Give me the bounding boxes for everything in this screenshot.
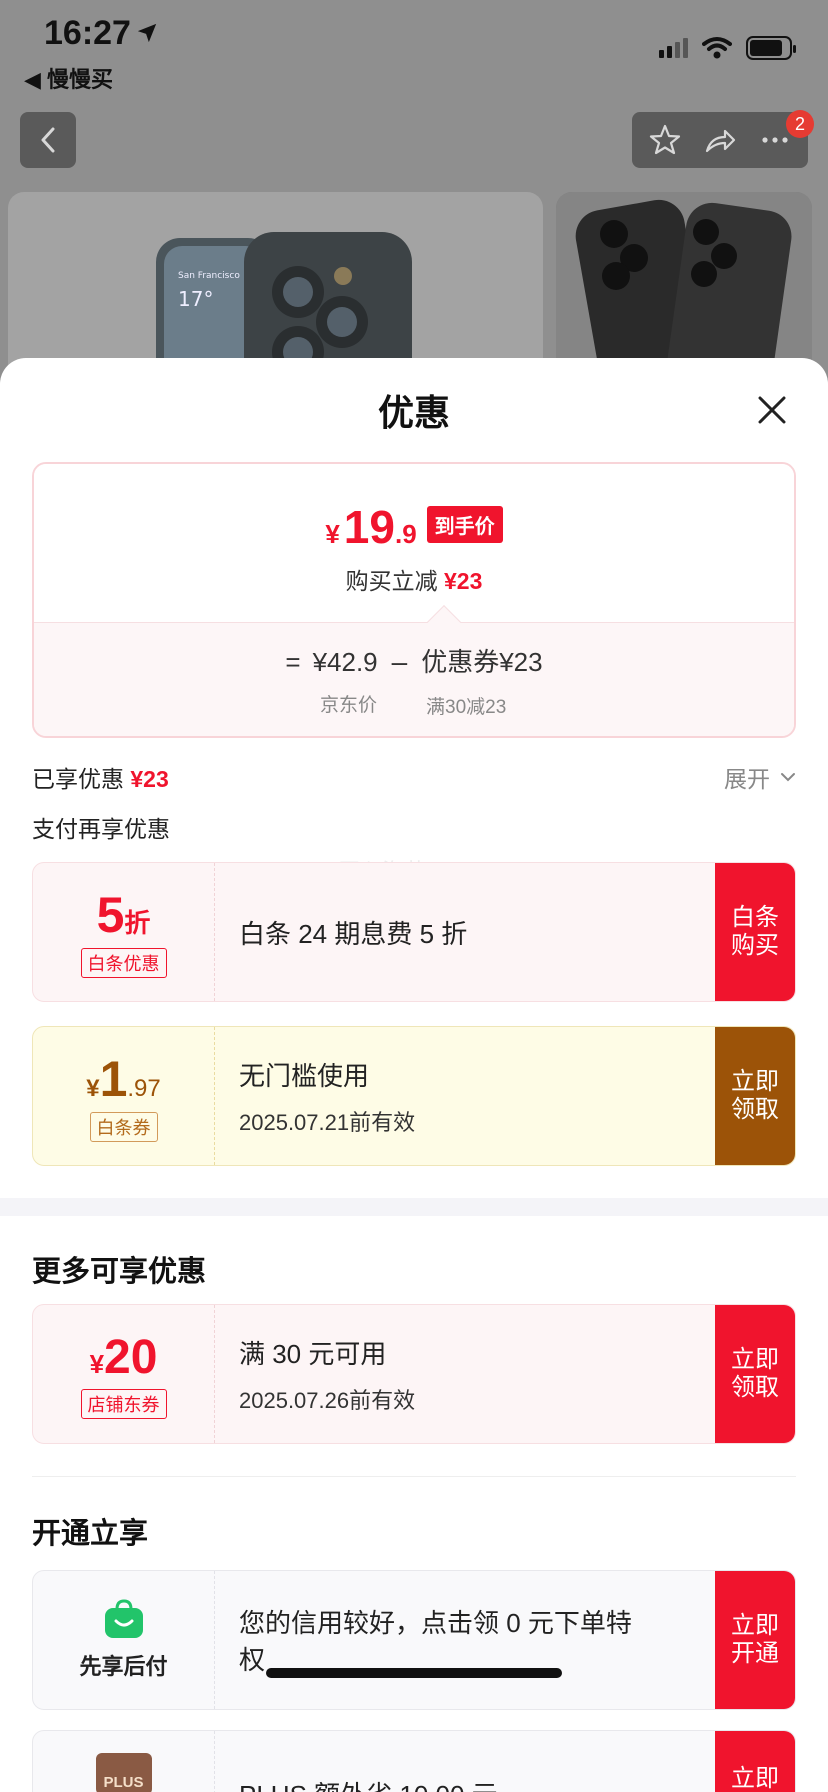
location-arrow-icon	[137, 23, 157, 43]
price-yen: ¥	[325, 519, 340, 549]
nav-actions	[632, 112, 808, 168]
phone-case-illustration: San Francisco 17°	[156, 232, 412, 380]
pay-later-label: 先享后付	[79, 1654, 168, 1679]
expand-label: 展开	[724, 766, 770, 792]
coupon-main-text: 白条 24 期息费 5 折	[239, 918, 468, 949]
wifi-icon	[702, 37, 732, 59]
chevron-down-icon	[781, 773, 795, 782]
coupon-type-label: 白条券	[89, 1112, 158, 1142]
coupon-amount: 1	[99, 1051, 128, 1107]
reduce-label: 购买立减	[345, 568, 438, 594]
phone-temp-text: 17°	[178, 287, 213, 311]
close-icon[interactable]	[754, 392, 790, 428]
open-benefits-title: 开通立享	[32, 1518, 149, 1550]
coupon-type-label: 白条优惠	[80, 948, 167, 978]
product-image-second[interactable]	[556, 192, 812, 380]
coupon-type-label: 店铺东券	[80, 1388, 167, 1419]
final-price-tag: 到手价	[426, 506, 503, 543]
pay-later-details: 您的信用较好，点击领 0 元下单特权	[215, 1571, 715, 1709]
chevron-left-icon	[41, 127, 55, 153]
price-formula: = ¥42.9 – 优惠券¥23	[34, 642, 794, 679]
section-divider	[0, 1198, 828, 1216]
coupon-main-text: 无门槛使用	[239, 1060, 370, 1091]
activate-pay-later-button[interactable]: 立即开通	[715, 1571, 795, 1709]
price-decimal: .9	[394, 519, 417, 549]
coupon-details: 无门槛使用 2025.07.21前有效	[215, 1027, 715, 1165]
coupon-store: ¥20 店铺东券 满 30 元可用 2025.07.26前有效 立即领取	[32, 1304, 796, 1444]
coupon-value: ¥20 店铺东券	[33, 1305, 215, 1443]
coupon-yen: ¥	[86, 1075, 100, 1102]
coupon-yen: ¥	[89, 1348, 105, 1379]
status-time: 16:27	[44, 14, 131, 52]
claim-store-coupon-button[interactable]: 立即领取	[715, 1305, 795, 1443]
enjoyed-value: ¥23	[130, 766, 169, 792]
reduce-value: ¥23	[444, 568, 483, 594]
plus-details: PLUS 额外省 10.00 元	[215, 1731, 715, 1792]
background-page: 16:27 ◀ 慢慢买 2 San Francisco 17°	[0, 0, 828, 380]
price-breakdown-card: ¥ 19 .9 到手价 购买立减 ¥23 = ¥42.9 – 优惠券¥23 京东…	[32, 462, 796, 738]
coupon-baitiao-voucher: ¥1.97 白条券 无门槛使用 2025.07.21前有效 立即领取	[32, 1026, 796, 1166]
baitiao-buy-button[interactable]: 白条购买	[715, 863, 795, 1001]
star-icon[interactable]	[648, 123, 682, 157]
battery-icon	[746, 36, 796, 60]
section-separator	[32, 1476, 796, 1477]
pay-later-offer: 先享后付 您的信用较好，点击领 0 元下单特权 立即开通	[32, 1570, 796, 1710]
discount-sheet: 优惠 ¥ 19 .9 到手价 购买立减 ¥23 = ¥42.9 – 优惠券¥23…	[0, 358, 828, 1792]
price-card-bottom	[34, 622, 794, 736]
minus-sign: –	[391, 646, 408, 677]
pay-discount-title: 支付再享优惠	[32, 816, 170, 842]
back-to-app-link[interactable]: ◀ 慢慢买	[24, 62, 113, 94]
activate-plus-button[interactable]: 立即	[715, 1731, 795, 1792]
back-button[interactable]	[20, 112, 76, 168]
coupon-value: ¥1.97 白条券	[33, 1027, 215, 1165]
plus-text: PLUS 额外省 10.00 元	[239, 1775, 715, 1792]
enjoyed-discount: 已享优惠 ¥23	[32, 760, 169, 794]
enjoyed-label: 已享优惠	[32, 766, 124, 792]
coupon-amount: 20	[104, 1330, 158, 1384]
more-badge: 2	[786, 110, 814, 138]
final-price: ¥ 19 .9 到手价	[34, 500, 794, 554]
coupon-details: 白条 24 期息费 5 折	[215, 863, 715, 1001]
plus-brand: PLUS	[33, 1731, 215, 1792]
share-icon[interactable]	[703, 123, 737, 157]
price-integer: 19	[343, 501, 395, 553]
pay-later-text: 您的信用较好，点击领 0 元下单特权	[239, 1608, 632, 1675]
product-image-main[interactable]: San Francisco 17°	[8, 192, 543, 380]
coupon-decimal: .97	[127, 1075, 161, 1102]
coupon-baitiao-discount: 5折 白条优惠 白条 24 期息费 5 折 白条购买	[32, 862, 796, 1002]
jd-price-label: 京东价	[320, 695, 378, 716]
claim-baitiao-voucher-button[interactable]: 立即领取	[715, 1027, 795, 1165]
coupon-unit: 折	[124, 908, 151, 938]
coupon-expiry: 2025.07.26前有效	[239, 1387, 416, 1413]
status-icons	[659, 36, 796, 60]
coupon-expiry: 2025.07.21前有效	[239, 1109, 416, 1135]
coupon-amount: 5	[96, 887, 125, 943]
coupon-amount: 优惠券¥23	[421, 647, 543, 677]
instant-reduce: 购买立减 ¥23	[34, 562, 794, 596]
coupon-condition: 满30减23	[426, 697, 507, 718]
equals-sign: =	[285, 647, 301, 677]
expand-toggle[interactable]: 展开	[724, 760, 796, 794]
coupon-value: 5折 白条优惠	[33, 863, 215, 1001]
phone-case-photo	[556, 192, 812, 380]
plus-offer: PLUS PLUS 额外省 10.00 元 立即	[32, 1730, 796, 1792]
home-indicator[interactable]	[266, 1668, 562, 1678]
signal-icon	[659, 38, 688, 58]
shopping-bag-icon	[104, 1599, 143, 1638]
sheet-title: 优惠	[377, 392, 450, 433]
coupon-details: 满 30 元可用 2025.07.26前有效	[215, 1305, 715, 1443]
pay-later-brand: 先享后付	[33, 1571, 215, 1709]
coupon-main-text: 满 30 元可用	[239, 1338, 387, 1369]
jd-price: ¥42.9	[312, 647, 378, 677]
plus-logo: PLUS	[95, 1753, 152, 1792]
phone-city-text: San Francisco	[178, 271, 240, 281]
more-discounts-title: 更多可享优惠	[32, 1256, 207, 1288]
